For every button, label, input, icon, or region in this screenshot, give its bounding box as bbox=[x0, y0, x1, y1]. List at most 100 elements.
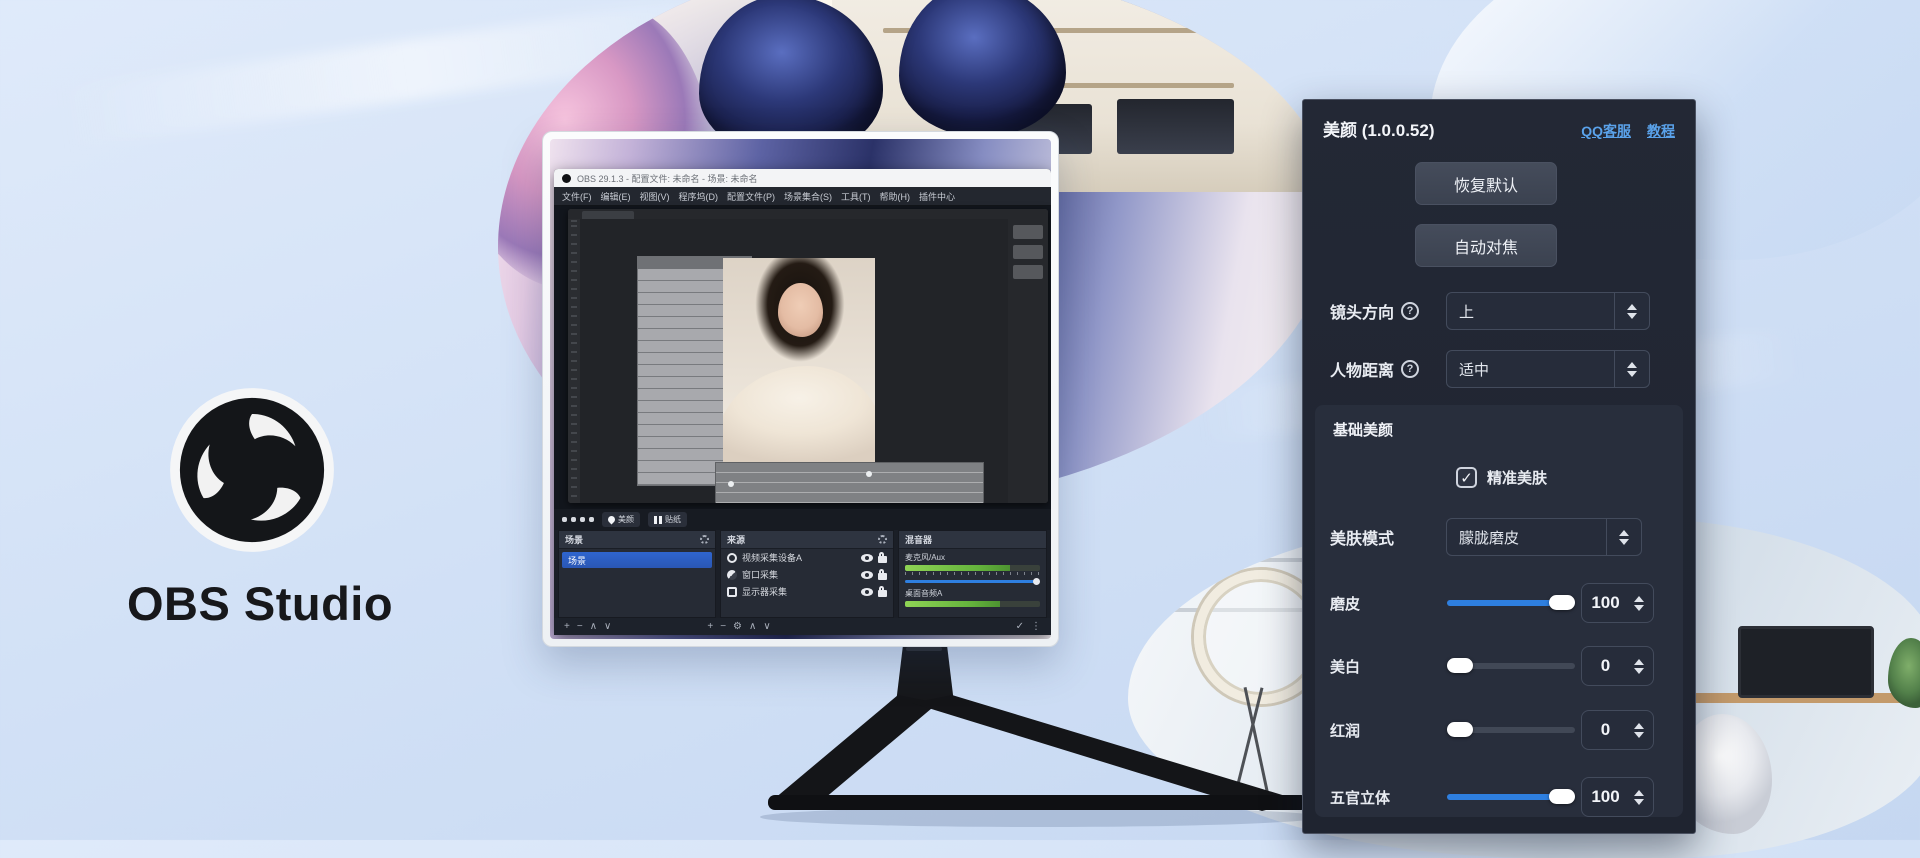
add-scene-button[interactable]: + bbox=[564, 621, 570, 632]
status-dots bbox=[562, 517, 594, 522]
remove-source-button[interactable]: − bbox=[720, 621, 726, 632]
portrait-face bbox=[778, 283, 824, 337]
value-spinner[interactable] bbox=[1629, 723, 1649, 738]
beauty-panel-header: 美颜 (1.0.0.52) QQ客服 教程 bbox=[1323, 116, 1675, 141]
ps-toolbar bbox=[568, 219, 580, 503]
value-spinner[interactable] bbox=[1629, 596, 1649, 611]
source-settings-button[interactable]: ⚙ bbox=[733, 621, 742, 632]
monitor-stand bbox=[740, 645, 1320, 830]
menu-profile[interactable]: 配置文件(P) bbox=[727, 190, 775, 203]
display-capture-icon bbox=[727, 587, 737, 597]
lock-icon[interactable] bbox=[878, 556, 887, 563]
obs-docks: 场景 场景 来源 视频采集设备A bbox=[554, 530, 1051, 618]
menu-file[interactable]: 文件(F) bbox=[562, 190, 592, 203]
face-3d-label: 五官立体 bbox=[1330, 777, 1390, 817]
whitening-slider[interactable] bbox=[1447, 663, 1575, 669]
mixer-channel: 麦克风/Aux bbox=[899, 549, 1046, 585]
volume-slider[interactable] bbox=[905, 577, 1040, 585]
menu-docks[interactable]: 程序坞(D) bbox=[679, 190, 719, 203]
remove-scene-button[interactable]: − bbox=[577, 621, 583, 632]
more-button[interactable]: ⋮ bbox=[1031, 621, 1041, 632]
precise-skin-checkbox[interactable]: ✓ bbox=[1456, 467, 1477, 488]
smoothing-label: 磨皮 bbox=[1330, 583, 1360, 623]
autofocus-button[interactable]: 自动对焦 bbox=[1415, 224, 1557, 267]
help-icon[interactable]: ? bbox=[1401, 302, 1419, 320]
ps-right-panels bbox=[1008, 219, 1048, 503]
mixer-dock: 混音器 麦克风/Aux 桌面音频A bbox=[898, 530, 1047, 618]
window-capture-icon bbox=[727, 570, 737, 580]
audio-meter bbox=[905, 601, 1040, 607]
select-spinner[interactable] bbox=[1614, 293, 1649, 329]
person-distance-select[interactable]: 适中 bbox=[1446, 350, 1650, 388]
basic-beauty-section: 基础美颜 ✓ 精准美肤 美肤模式 朦胧磨皮 磨皮 100 美 bbox=[1315, 405, 1683, 817]
scene-item-selected[interactable]: 场景 bbox=[562, 552, 712, 568]
gear-icon[interactable] bbox=[878, 535, 887, 544]
meter-ticks bbox=[905, 572, 1040, 575]
dock-tab-beauty[interactable]: 美颜 bbox=[602, 512, 640, 527]
source-up-button[interactable]: ∧ bbox=[749, 621, 756, 632]
lock-icon[interactable] bbox=[878, 573, 887, 580]
obs-preview bbox=[554, 206, 1051, 509]
reset-defaults-button[interactable]: 恢复默认 bbox=[1415, 162, 1557, 205]
menu-scene-collection[interactable]: 场景集合(S) bbox=[784, 190, 832, 203]
obs-titlebar: OBS 29.1.3 - 配置文件: 未命名 - 场景: 未命名 bbox=[554, 169, 1051, 187]
visibility-eye-icon[interactable] bbox=[861, 554, 873, 562]
dock-tab-strip: 美颜 贴纸 bbox=[554, 509, 1051, 530]
confirm-button[interactable]: ✓ bbox=[1016, 621, 1024, 632]
menu-view[interactable]: 视图(V) bbox=[640, 190, 670, 203]
rosy-value[interactable]: 0 bbox=[1581, 710, 1654, 750]
menu-edit[interactable]: 编辑(E) bbox=[601, 190, 631, 203]
scenes-dock: 场景 场景 bbox=[558, 530, 716, 618]
dock-toolbar: + − ∧ ∨ + − ⚙ ∧ ∨ ✓ ⋮ bbox=[554, 618, 1051, 635]
dock-tab-sticker[interactable]: 贴纸 bbox=[648, 512, 687, 527]
camera-icon bbox=[727, 553, 737, 563]
visibility-eye-icon[interactable] bbox=[861, 588, 873, 596]
smoothing-value[interactable]: 100 bbox=[1581, 583, 1654, 623]
person-distance-label: 人物距离 ? bbox=[1330, 350, 1419, 388]
gear-icon[interactable] bbox=[700, 535, 709, 544]
skin-mode-label: 美肤模式 bbox=[1330, 518, 1394, 556]
help-icon[interactable]: ? bbox=[1401, 360, 1419, 378]
smoothing-slider[interactable] bbox=[1447, 600, 1575, 606]
obs-logo-icon bbox=[168, 386, 336, 554]
columns-icon bbox=[654, 516, 662, 524]
photo-monitor bbox=[1117, 99, 1234, 154]
menu-plugin-center[interactable]: 插件中心 bbox=[919, 190, 955, 203]
source-row[interactable]: 视频采集设备A bbox=[721, 549, 893, 566]
lens-direction-label: 镜头方向 ? bbox=[1330, 292, 1419, 330]
precise-skin-row: ✓ 精准美肤 bbox=[1456, 467, 1547, 488]
beauty-panel: 美颜 (1.0.0.52) QQ客服 教程 恢复默认 自动对焦 镜头方向 ? 上… bbox=[1302, 99, 1696, 834]
lock-icon[interactable] bbox=[878, 590, 887, 597]
visibility-eye-icon[interactable] bbox=[861, 571, 873, 579]
sources-dock: 来源 视频采集设备A 窗口采集 bbox=[720, 530, 894, 618]
menu-help[interactable]: 帮助(H) bbox=[880, 190, 911, 203]
face-3d-value[interactable]: 100 bbox=[1581, 777, 1654, 817]
whitening-value[interactable]: 0 bbox=[1581, 646, 1654, 686]
rosy-slider[interactable] bbox=[1447, 727, 1575, 733]
scene-down-button[interactable]: ∨ bbox=[604, 621, 611, 632]
select-spinner[interactable] bbox=[1606, 519, 1641, 555]
precise-skin-label: 精准美肤 bbox=[1487, 467, 1547, 488]
whitening-label: 美白 bbox=[1330, 646, 1360, 686]
scene-up-button[interactable]: ∧ bbox=[590, 621, 597, 632]
source-row[interactable]: 窗口采集 bbox=[721, 566, 893, 583]
monitor-frame: OBS 29.1.3 - 配置文件: 未命名 - 场景: 未命名 文件(F) 编… bbox=[542, 131, 1059, 647]
scenes-dock-header: 场景 bbox=[559, 531, 715, 549]
obs-window-title: OBS 29.1.3 - 配置文件: 未命名 - 场景: 未命名 bbox=[577, 172, 758, 185]
value-spinner[interactable] bbox=[1629, 790, 1649, 805]
add-source-button[interactable]: + bbox=[707, 621, 713, 632]
value-spinner[interactable] bbox=[1629, 659, 1649, 674]
pin-icon bbox=[607, 515, 617, 525]
select-spinner[interactable] bbox=[1614, 351, 1649, 387]
source-row[interactable]: 显示器采集 bbox=[721, 583, 893, 600]
menu-tools[interactable]: 工具(T) bbox=[841, 190, 871, 203]
mixer-dock-header: 混音器 bbox=[899, 531, 1046, 549]
skin-mode-select[interactable]: 朦胧磨皮 bbox=[1446, 518, 1642, 556]
tutorial-link[interactable]: 教程 bbox=[1647, 121, 1675, 141]
qq-support-link[interactable]: QQ客服 bbox=[1581, 121, 1631, 141]
source-down-button[interactable]: ∨ bbox=[763, 621, 770, 632]
sources-dock-header: 来源 bbox=[721, 531, 893, 549]
mixer-channel: 桌面音频A bbox=[899, 585, 1046, 607]
lens-direction-select[interactable]: 上 bbox=[1446, 292, 1650, 330]
face-3d-slider[interactable] bbox=[1447, 794, 1575, 800]
